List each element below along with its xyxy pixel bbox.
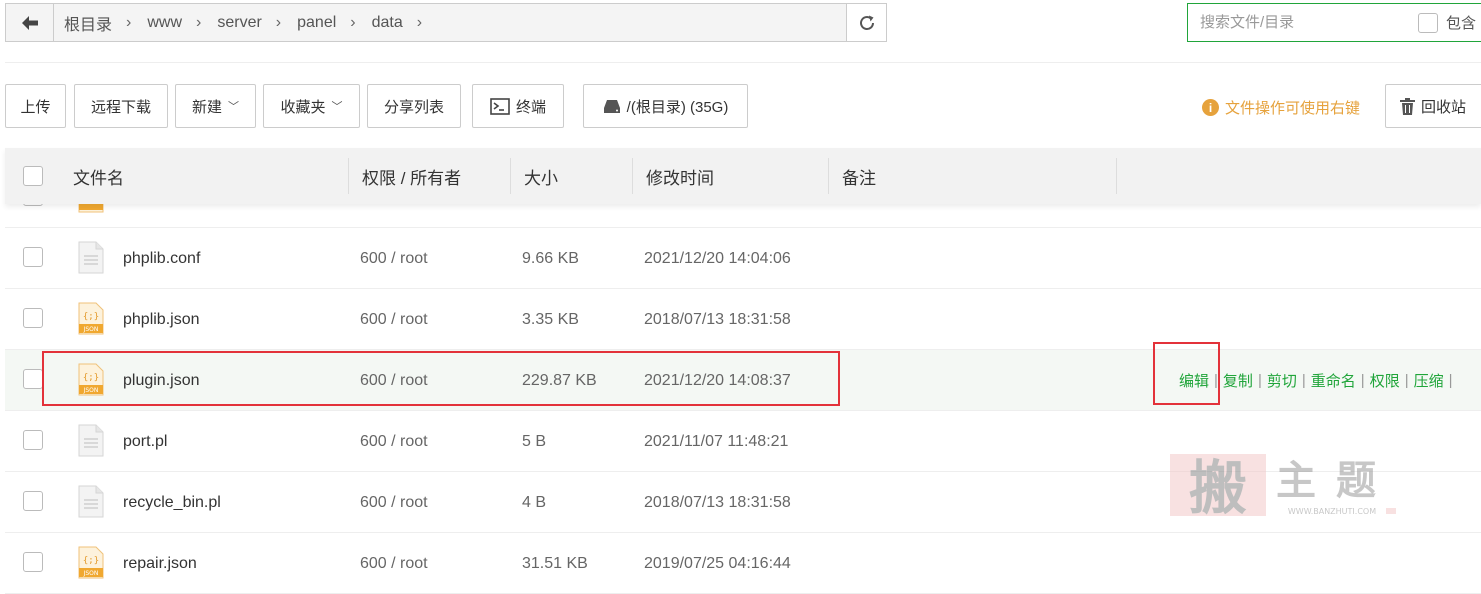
remote-download-button[interactable]: 远程下载	[74, 84, 168, 128]
search-input[interactable]	[1188, 14, 1418, 31]
table-header: 文件名 权限 / 所有者 大小 修改时间 备注	[5, 148, 1481, 204]
table-row[interactable]: {;} JSON repair.json 600 / root 31.51 KB…	[5, 533, 1481, 594]
refresh-button[interactable]	[846, 4, 886, 41]
row-checkbox[interactable]	[23, 308, 43, 328]
breadcrumb-item[interactable]: data ›	[372, 14, 438, 32]
column-header-size[interactable]: 大小	[524, 148, 558, 204]
chevron-right-icon: ›	[275, 13, 282, 31]
watermark-logo: 搬 主题 WWW.BANZHUTI.COM	[1166, 452, 1398, 522]
watermark-logo-icon: 搬 主题 WWW.BANZHUTI.COM	[1170, 454, 1396, 522]
highlight-box-row	[42, 351, 840, 406]
file-perm[interactable]: 600 / root	[360, 533, 428, 594]
breadcrumb: 根目录 › www › server › panel › data ›	[54, 4, 846, 41]
search-include-toggle[interactable]: 包含	[1418, 12, 1476, 33]
info-icon: i	[1202, 99, 1219, 116]
svg-text:{;}: {;}	[83, 556, 99, 566]
file-name[interactable]: repair.json	[123, 533, 197, 594]
chevron-down-icon: ﹀	[331, 101, 343, 113]
context-menu-hint: i 文件操作可使用右键	[1202, 97, 1360, 118]
highlight-box-edit	[1153, 342, 1220, 405]
file-perm[interactable]: 600 / root	[360, 289, 428, 350]
file-perm[interactable]: 600 / root	[360, 228, 428, 289]
file-size: 3.35 KB	[522, 310, 579, 328]
terminal-icon	[490, 97, 510, 115]
file-name[interactable]: phplib.conf	[123, 228, 200, 289]
file-size: 4 B	[522, 493, 547, 511]
file-size: 5 B	[522, 432, 547, 450]
permission-link[interactable]: 权限	[1370, 370, 1400, 391]
file-mtime: 2018/07/13 18:31:58	[644, 493, 791, 511]
row-checkbox[interactable]	[23, 491, 43, 511]
share-list-button[interactable]: 分享列表	[367, 84, 461, 128]
new-dropdown-button[interactable]: 新建 ﹀	[175, 84, 256, 128]
cut-link[interactable]: 剪切	[1267, 370, 1297, 391]
json-file-icon: {;} JSON	[78, 302, 104, 335]
chevron-right-icon: ›	[126, 13, 132, 31]
file-size: 31.51 KB	[522, 554, 588, 572]
file-name[interactable]: port.pl	[123, 411, 167, 472]
file-perm[interactable]: 600 / root	[360, 411, 428, 472]
select-all-checkbox[interactable]	[23, 166, 43, 186]
chevron-right-icon: ›	[350, 13, 356, 31]
rename-link[interactable]: 重命名	[1311, 370, 1356, 391]
chevron-down-icon: ﹀	[228, 101, 239, 113]
back-button[interactable]	[6, 4, 54, 41]
file-mtime: 2021/11/07 11:48:21	[644, 432, 789, 450]
file-mtime: 2019/07/25 04:16:44	[644, 554, 791, 572]
terminal-button[interactable]: 终端	[472, 84, 564, 128]
svg-text:搬: 搬	[1189, 454, 1247, 522]
hard-drive-icon	[603, 99, 620, 113]
compress-link[interactable]: 压缩	[1414, 370, 1444, 391]
row-actions: 编辑 | 复制 | 剪切 | 重命名 | 权限 | 压缩 |	[1179, 370, 1453, 391]
search-box: 包含	[1187, 3, 1481, 42]
copy-link[interactable]: 复制	[1223, 370, 1253, 391]
file-mtime: 2018/07/13 18:31:58	[644, 310, 791, 328]
file-mtime: 2021/12/20 14:04:06	[644, 249, 791, 267]
file-name[interactable]: phplib.json	[123, 289, 200, 350]
json-file-icon: {;} JSON	[78, 546, 104, 579]
favorites-dropdown-button[interactable]: 收藏夹 ﹀	[263, 84, 360, 128]
arrow-left-icon	[21, 15, 38, 30]
file-perm[interactable]: 600 / root	[360, 472, 428, 533]
refresh-icon	[859, 15, 874, 30]
svg-text:{;}: {;}	[83, 312, 99, 322]
table-row[interactable]: phplib.conf 600 / root 9.66 KB 2021/12/2…	[5, 228, 1481, 289]
doc-file-icon	[78, 485, 104, 518]
path-bar: 根目录 › www › server › panel › data ›	[5, 3, 887, 42]
file-size: 9.66 KB	[522, 249, 579, 267]
breadcrumb-item[interactable]: www ›	[147, 14, 217, 32]
row-checkbox[interactable]	[23, 247, 43, 267]
column-header-name[interactable]: 文件名	[73, 148, 124, 204]
breadcrumb-item[interactable]: server ›	[217, 14, 297, 32]
file-name[interactable]: recycle_bin.pl	[123, 472, 221, 533]
row-checkbox[interactable]	[23, 369, 43, 389]
breadcrumb-item[interactable]: panel ›	[297, 14, 371, 32]
breadcrumb-item[interactable]: 根目录 ›	[64, 11, 147, 35]
column-header-perm[interactable]: 权限 / 所有者	[362, 148, 461, 204]
include-label: 包含	[1446, 15, 1477, 32]
table-row[interactable]: {;} JSON phplib.json 600 / root 3.35 KB …	[5, 289, 1481, 350]
column-header-mtime[interactable]: 修改时间	[646, 148, 714, 204]
recycle-bin-button[interactable]: 回收站	[1385, 84, 1481, 128]
disk-button[interactable]: /(根目录) (35G)	[583, 84, 748, 128]
doc-file-icon	[78, 241, 104, 274]
trash-icon	[1400, 97, 1415, 115]
include-checkbox[interactable]	[1418, 12, 1438, 33]
row-checkbox[interactable]	[23, 430, 43, 450]
chevron-right-icon: ›	[196, 13, 202, 31]
divider	[5, 62, 1481, 63]
row-checkbox[interactable]	[23, 552, 43, 572]
svg-text:主题: 主题	[1276, 457, 1396, 504]
doc-file-icon	[78, 424, 104, 457]
svg-text:JSON: JSON	[83, 570, 99, 577]
chevron-right-icon: ›	[416, 13, 423, 31]
svg-text:WWW.BANZHUTI.COM: WWW.BANZHUTI.COM	[1288, 507, 1376, 516]
svg-text:JSON: JSON	[83, 326, 99, 333]
column-header-remark: 备注	[842, 168, 876, 188]
upload-button[interactable]: 上传	[5, 84, 66, 128]
